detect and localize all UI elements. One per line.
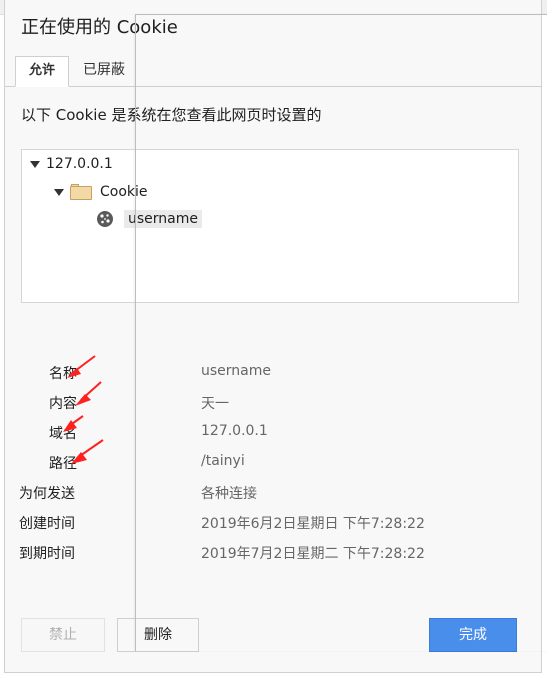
cookie-icon bbox=[97, 211, 113, 227]
cookies-dialog: 正在使用的 Cookie 允许 已屏蔽 以下 Cookie 是系统在您查看此网页… bbox=[4, 0, 542, 673]
detail-row-expires: 到期时间 2019年7月2日星期二 下午7:28:22 bbox=[5, 540, 541, 564]
tab-allowed[interactable]: 允许 bbox=[15, 56, 69, 87]
detail-value: 各种连接 bbox=[201, 486, 257, 502]
folder-icon bbox=[70, 184, 92, 200]
detail-value: username bbox=[201, 363, 271, 379]
cookie-tree: 127.0.0.1 Cookie username bbox=[21, 149, 519, 303]
annotation-arrow-icon bbox=[71, 439, 104, 464]
tree-item-cookie-label: username bbox=[124, 210, 202, 228]
tree-item-site-label: 127.0.0.1 bbox=[46, 156, 113, 172]
triangle-down-icon[interactable] bbox=[30, 160, 40, 168]
detail-value: /tainyi bbox=[201, 453, 245, 469]
detail-row-send-for: 为何发送 各种连接 bbox=[5, 480, 541, 504]
detail-label: 为何发送 bbox=[19, 486, 75, 502]
tree-item-site[interactable]: 127.0.0.1 bbox=[30, 153, 113, 175]
detail-row-created: 创建时间 2019年6月2日星期日 下午7:28:22 bbox=[5, 510, 541, 534]
tree-item-folder-label: Cookie bbox=[100, 184, 148, 200]
detail-value: 2019年6月2日星期日 下午7:28:22 bbox=[201, 516, 425, 532]
tab-blocked[interactable]: 已屏蔽 bbox=[83, 56, 143, 86]
delete-button[interactable]: 删除 bbox=[117, 618, 199, 652]
detail-value: 2019年7月2日星期二 下午7:28:22 bbox=[201, 546, 425, 562]
block-button[interactable]: 禁止 bbox=[21, 618, 105, 652]
triangle-down-icon[interactable] bbox=[54, 188, 64, 196]
dialog-title: 正在使用的 Cookie bbox=[21, 17, 178, 38]
done-button[interactable]: 完成 bbox=[429, 618, 517, 652]
tree-item-cookie[interactable]: username bbox=[96, 208, 202, 230]
detail-value: 天一 bbox=[201, 396, 229, 412]
dialog-description: 以下 Cookie 是系统在您查看此网页时设置的 bbox=[21, 106, 322, 124]
detail-label: 到期时间 bbox=[19, 546, 75, 562]
tree-item-folder[interactable]: Cookie bbox=[54, 181, 148, 203]
tab-bar: 允许 已屏蔽 bbox=[5, 56, 541, 87]
detail-value: 127.0.0.1 bbox=[201, 423, 268, 439]
detail-label: 创建时间 bbox=[19, 516, 75, 532]
